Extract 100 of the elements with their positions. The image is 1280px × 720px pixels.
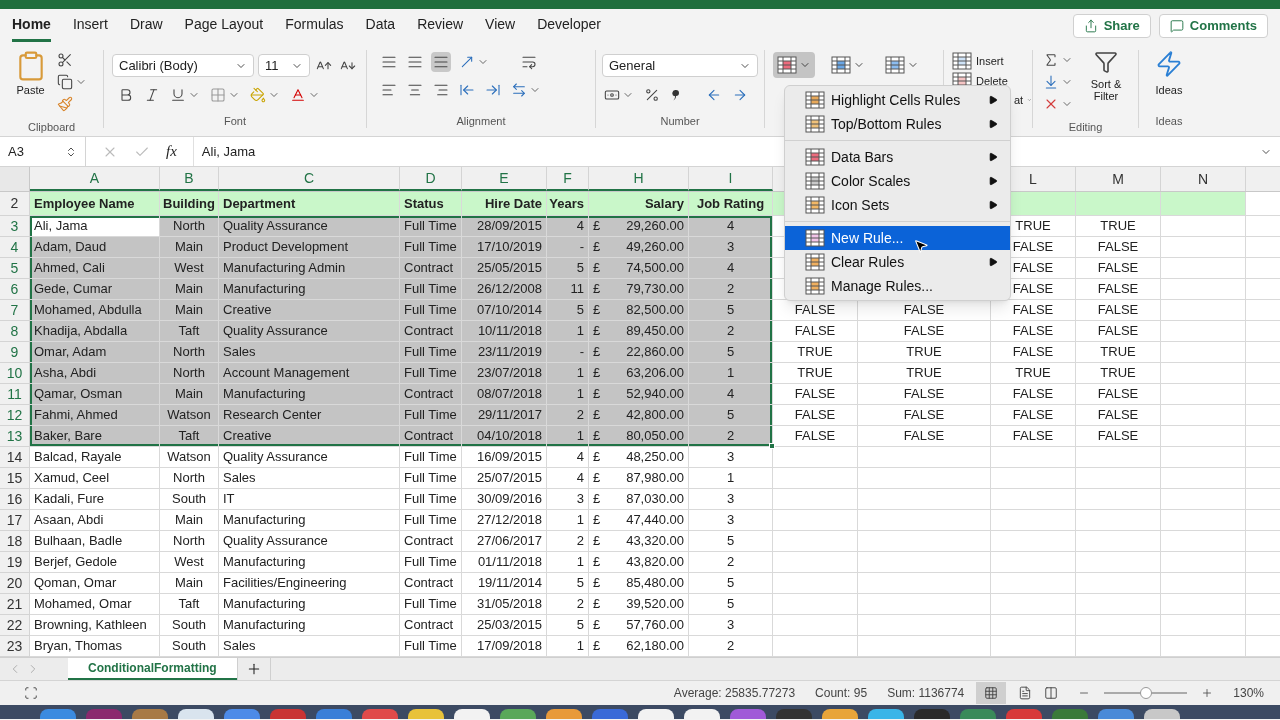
- currency-symbol: £: [593, 280, 601, 299]
- table-cell: 17/09/2018: [462, 636, 547, 657]
- cell-amount: 87,980.00: [626, 469, 684, 488]
- table-cell: Quality Assurance: [219, 216, 400, 237]
- table-cell: 28/09/2015: [462, 216, 547, 237]
- table-cell: 1: [689, 363, 773, 384]
- table-cell: Full Time: [400, 594, 462, 615]
- table-cell: FALSE: [991, 426, 1076, 447]
- table-cell: 30/09/2016: [462, 489, 547, 510]
- table-cell: Manufacturing Admin: [219, 258, 400, 279]
- currency-symbol: £: [593, 511, 601, 530]
- table-cell: TRUE: [1076, 342, 1161, 363]
- table-cell: 26/12/2008: [462, 279, 547, 300]
- zoom-percent: 130%: [1233, 685, 1264, 702]
- table-cell: 04/10/2018: [462, 426, 547, 447]
- cell-amount: 39,520.00: [626, 595, 684, 614]
- table-cell: Baker, Bare: [30, 426, 160, 447]
- table-cell: TRUE: [858, 363, 991, 384]
- table-cell: Full Time: [400, 216, 462, 237]
- table-cell: FALSE: [858, 321, 991, 342]
- table-cell: 4: [689, 216, 773, 237]
- table-cell: Main: [160, 279, 219, 300]
- table-cell: 27/12/2018: [462, 510, 547, 531]
- table-cell: Full Time: [400, 552, 462, 573]
- table-cell: FALSE: [991, 405, 1076, 426]
- table-cell: Browning, Kathleen: [30, 615, 160, 636]
- table-cell: FALSE: [991, 300, 1076, 321]
- table-cell: 3: [689, 615, 773, 636]
- table-cell: 10/11/2018: [462, 321, 547, 342]
- table-cell: Full Time: [400, 342, 462, 363]
- table-cell: Gede, Cumar: [30, 279, 160, 300]
- table-cell: 2: [689, 279, 773, 300]
- table-cell: Qamar, Osman: [30, 384, 160, 405]
- table-cell: North: [160, 468, 219, 489]
- table-cell: 23/07/2018: [462, 363, 547, 384]
- table-cell: FALSE: [1076, 321, 1161, 342]
- table-cell: Fahmi, Ahmed: [30, 405, 160, 426]
- table-cell: FALSE: [773, 300, 858, 321]
- cell-amount: 63,206.00: [626, 364, 684, 383]
- table-cell: Manufacturing: [219, 384, 400, 405]
- status-average: Average: 25835.77273: [673, 685, 796, 702]
- table-cell: 5: [689, 405, 773, 426]
- table-cell: Research Center: [219, 405, 400, 426]
- table-cell: 23/11/2019: [462, 342, 547, 363]
- currency-symbol: £: [593, 595, 601, 614]
- table-cell: 07/10/2014: [462, 300, 547, 321]
- table-cell: Main: [160, 237, 219, 258]
- table-cell: Full Time: [400, 447, 462, 468]
- table-cell: Watson: [160, 447, 219, 468]
- cell-amount: 62,180.00: [626, 637, 684, 656]
- currency-symbol: £: [593, 637, 601, 656]
- table-cell: Contract: [400, 573, 462, 594]
- table-cell: Main: [160, 300, 219, 321]
- table-cell: FALSE: [1076, 279, 1161, 300]
- cell-amount: 43,820.00: [626, 553, 684, 572]
- table-cell: Kadali, Fure: [30, 489, 160, 510]
- table-cell: 29/11/2017: [462, 405, 547, 426]
- table-cell: Asha, Abdi: [30, 363, 160, 384]
- table-cell: 1: [547, 426, 589, 447]
- group-label: Alignment: [456, 115, 506, 127]
- table-cell: Khadija, Abdalla: [30, 321, 160, 342]
- cell-amount: 85,480.00: [626, 574, 684, 593]
- table-cell: 3: [689, 237, 773, 258]
- table-cell: North: [160, 531, 219, 552]
- table-cell: Salary: [589, 192, 689, 216]
- table-cell: Bryan, Thomas: [30, 636, 160, 657]
- table-cell: Manufacturing: [219, 279, 400, 300]
- table-cell: Contract: [400, 426, 462, 447]
- currency-symbol: £: [593, 448, 601, 467]
- table-cell: Manufacturing: [219, 615, 400, 636]
- table-cell: South: [160, 615, 219, 636]
- currency-symbol: £: [593, 217, 601, 236]
- cell-amount: 87,030.00: [626, 490, 684, 509]
- currency-symbol: £: [593, 364, 601, 383]
- currency-symbol: £: [593, 553, 601, 572]
- table-cell: Manufacturing: [219, 594, 400, 615]
- table-cell: 27/06/2017: [462, 531, 547, 552]
- table-cell: Full Time: [400, 300, 462, 321]
- currency-symbol: £: [593, 343, 601, 362]
- table-cell: Bulhaan, Badle: [30, 531, 160, 552]
- table-cell: TRUE: [773, 363, 858, 384]
- table-cell: 08/07/2018: [462, 384, 547, 405]
- table-cell: North: [160, 363, 219, 384]
- table-cell: 1: [547, 363, 589, 384]
- table-cell: Sales: [219, 468, 400, 489]
- currency-symbol: £: [593, 427, 601, 446]
- table-cell: FALSE: [858, 300, 991, 321]
- table-cell: FALSE: [1076, 405, 1161, 426]
- table-cell: 4: [547, 216, 589, 237]
- table-cell: 5: [689, 300, 773, 321]
- table-cell: 2: [547, 594, 589, 615]
- table-cell: Main: [160, 384, 219, 405]
- table-cell: Full Time: [400, 279, 462, 300]
- table-cell: 1: [547, 510, 589, 531]
- table-cell: Qoman, Omar: [30, 573, 160, 594]
- table-cell: 4: [689, 384, 773, 405]
- table-cell: West: [160, 258, 219, 279]
- table-cell: 5: [689, 342, 773, 363]
- table-cell: Building: [160, 192, 219, 216]
- table-cell: 17/10/2019: [462, 237, 547, 258]
